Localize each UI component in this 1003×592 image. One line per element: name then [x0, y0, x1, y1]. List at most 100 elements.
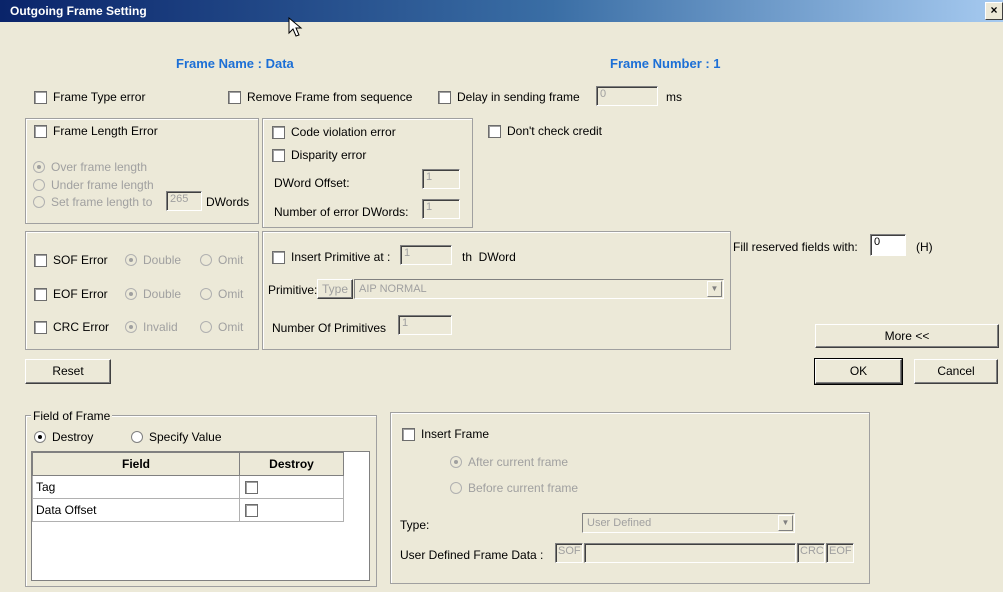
- sof-error-option[interactable]: SOF Error: [34, 253, 108, 267]
- frame-length-error-checkbox[interactable]: [34, 124, 47, 138]
- sof-double-option[interactable]: Double: [125, 253, 181, 267]
- eof-omit-radio[interactable]: [200, 288, 212, 300]
- frame-number-label: Frame Number : 1: [610, 56, 721, 71]
- before-current-frame-option[interactable]: Before current frame: [450, 481, 578, 495]
- remove-frame-checkbox[interactable]: [228, 90, 241, 104]
- fill-reserved-input[interactable]: 0: [870, 234, 906, 256]
- sof-error-label: SOF Error: [53, 253, 108, 267]
- reset-button[interactable]: Reset: [25, 359, 111, 384]
- frame-name-label: Frame Name : Data: [176, 56, 294, 71]
- destroy-checkbox[interactable]: [245, 504, 258, 518]
- table-row[interactable]: Tag: [32, 475, 344, 499]
- insert-primitive-option[interactable]: Insert Primitive at :: [272, 250, 390, 264]
- cancel-button[interactable]: Cancel: [914, 359, 998, 384]
- eof-omit-option[interactable]: Omit: [200, 287, 243, 301]
- column-header-field: Field: [32, 452, 240, 476]
- insert-primitive-checkbox[interactable]: [272, 250, 285, 264]
- over-frame-length-option[interactable]: Over frame length: [33, 160, 147, 174]
- dword-offset-input[interactable]: 1: [422, 169, 460, 189]
- chevron-down-icon[interactable]: ▼: [707, 281, 722, 297]
- type-label: Type:: [400, 518, 430, 532]
- dont-check-credit-checkbox[interactable]: [488, 124, 501, 138]
- sof-error-checkbox[interactable]: [34, 253, 47, 267]
- under-frame-length-option[interactable]: Under frame length: [33, 178, 154, 192]
- crc-omit-radio[interactable]: [200, 321, 212, 333]
- more-button[interactable]: More <<: [815, 324, 999, 348]
- crc-invalid-option[interactable]: Invalid: [125, 320, 178, 334]
- delay-sending-option[interactable]: Delay in sending frame: [438, 90, 580, 104]
- eof-error-checkbox[interactable]: [34, 287, 47, 301]
- num-error-dwords-label: Number of error DWords:: [274, 205, 409, 219]
- remove-frame-option[interactable]: Remove Frame from sequence: [228, 90, 412, 104]
- frame-length-error-option[interactable]: Frame Length Error: [34, 124, 158, 138]
- destroy-radio[interactable]: [34, 431, 46, 443]
- set-frame-length-option[interactable]: Set frame length to: [33, 195, 152, 209]
- sof-omit-option[interactable]: Omit: [200, 253, 243, 267]
- insert-primitive-label: Insert Primitive at :: [291, 250, 391, 264]
- insert-primitive-input[interactable]: 1: [400, 245, 452, 265]
- eof-double-label: Double: [143, 287, 182, 301]
- fill-reserved-label: Fill reserved fields with:: [733, 240, 858, 254]
- eof-error-option[interactable]: EOF Error: [34, 287, 108, 301]
- mouse-cursor-icon: [288, 17, 303, 37]
- delay-input[interactable]: 0: [596, 86, 658, 106]
- user-defined-data-label: User Defined Frame Data :: [400, 548, 544, 562]
- frame-type-error-checkbox[interactable]: [34, 90, 47, 104]
- frame-type-select[interactable]: User Defined ▼: [582, 513, 795, 533]
- primitive-select[interactable]: AIP NORMAL ▼: [354, 279, 724, 299]
- sof-double-radio[interactable]: [125, 254, 137, 266]
- close-button[interactable]: ×: [985, 2, 1003, 20]
- field-table-container: Field Destroy Tag Data Offset: [31, 451, 370, 581]
- crc-invalid-radio[interactable]: [125, 321, 137, 333]
- insert-frame-option[interactable]: Insert Frame: [402, 427, 489, 441]
- set-frame-length-input[interactable]: 265: [166, 191, 202, 211]
- delay-unit-label: ms: [666, 90, 682, 104]
- destroy-option[interactable]: Destroy: [34, 430, 93, 444]
- crc-field[interactable]: CRC: [797, 543, 825, 563]
- code-violation-label: Code violation error: [291, 125, 396, 139]
- chevron-down-icon[interactable]: ▼: [778, 515, 793, 531]
- over-frame-length-radio[interactable]: [33, 161, 45, 173]
- eof-error-label: EOF Error: [53, 287, 108, 301]
- specify-value-option[interactable]: Specify Value: [131, 430, 222, 444]
- primitive-label: Primitive:: [268, 283, 318, 297]
- code-violation-checkbox[interactable]: [272, 125, 285, 139]
- remove-frame-label: Remove Frame from sequence: [247, 90, 413, 104]
- frame-length-error-label: Frame Length Error: [53, 124, 158, 138]
- field-of-frame-legend: Field of Frame: [31, 409, 113, 423]
- sof-omit-radio[interactable]: [200, 254, 212, 266]
- frame-type-error-option[interactable]: Frame Type error: [34, 90, 145, 104]
- num-primitives-input[interactable]: 1: [398, 315, 452, 335]
- sof-field[interactable]: SOF: [555, 543, 583, 563]
- dont-check-credit-option[interactable]: Don't check credit: [488, 124, 602, 138]
- table-header-row: Field Destroy: [32, 452, 344, 476]
- destroy-checkbox[interactable]: [245, 481, 258, 495]
- after-current-frame-option[interactable]: After current frame: [450, 455, 568, 469]
- over-frame-length-label: Over frame length: [51, 160, 148, 174]
- num-error-dwords-input[interactable]: 1: [422, 199, 460, 219]
- table-row[interactable]: Data Offset: [32, 498, 344, 522]
- delay-sending-checkbox[interactable]: [438, 90, 451, 104]
- insert-frame-checkbox[interactable]: [402, 427, 415, 441]
- set-frame-length-radio[interactable]: [33, 196, 45, 208]
- frame-type-error-label: Frame Type error: [53, 90, 146, 104]
- before-current-frame-radio[interactable]: [450, 482, 462, 494]
- disparity-error-option[interactable]: Disparity error: [272, 148, 366, 162]
- crc-invalid-label: Invalid: [143, 320, 178, 334]
- type-button[interactable]: Type: [317, 279, 353, 299]
- under-frame-length-radio[interactable]: [33, 179, 45, 191]
- code-violation-option[interactable]: Code violation error: [272, 125, 396, 139]
- specify-value-radio[interactable]: [131, 431, 143, 443]
- after-current-frame-radio[interactable]: [450, 456, 462, 468]
- eof-field[interactable]: EOF: [826, 543, 854, 563]
- eof-double-option[interactable]: Double: [125, 287, 181, 301]
- eof-double-radio[interactable]: [125, 288, 137, 300]
- crc-omit-option[interactable]: Omit: [200, 320, 243, 334]
- dword-offset-label: DWord Offset:: [274, 176, 350, 190]
- frame-type-select-value: User Defined: [587, 517, 652, 529]
- user-defined-data-input[interactable]: [584, 543, 796, 563]
- ok-button[interactable]: OK: [814, 358, 903, 385]
- crc-error-checkbox[interactable]: [34, 320, 47, 334]
- disparity-error-checkbox[interactable]: [272, 148, 285, 162]
- crc-error-option[interactable]: CRC Error: [34, 320, 109, 334]
